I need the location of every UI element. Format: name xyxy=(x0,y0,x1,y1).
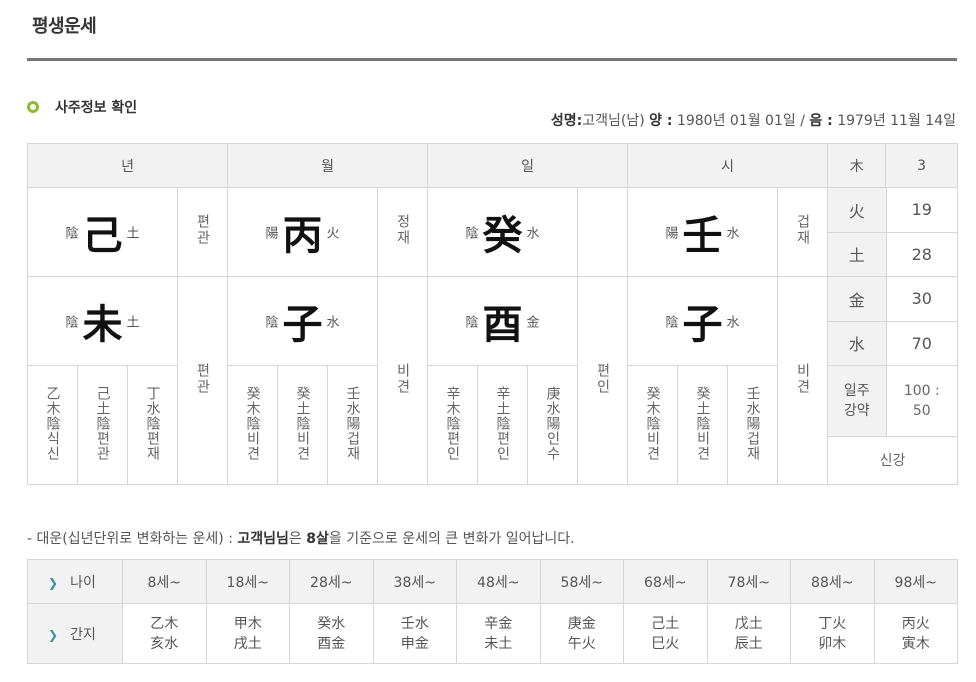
year-stem: 陰己土 xyxy=(27,187,178,277)
hidden-stem: 己土陰편관 xyxy=(77,365,128,485)
hour-branch-god: 비견 xyxy=(777,276,829,485)
ganji-row-header: ❯ 간지 xyxy=(27,603,123,664)
hidden-stem: 癸土陰비견 xyxy=(277,365,329,485)
month-branch-god: 비견 xyxy=(377,276,429,485)
strength-label: 일주 강약 xyxy=(828,366,887,437)
title-divider xyxy=(27,58,957,61)
hidden-stem: 辛木陰편인 xyxy=(427,365,479,485)
daeun-ganji: 庚金 午火 xyxy=(539,603,624,664)
daeun-ganji: 戊土 辰土 xyxy=(706,603,791,664)
hour-stem: 陽壬水 xyxy=(627,187,779,277)
header-month: 월 xyxy=(227,143,429,188)
daeun-ganji: 辛金 未土 xyxy=(456,603,541,664)
hidden-stem: 乙木陰식신 xyxy=(27,365,78,485)
daeun-age: 38세~ xyxy=(372,559,457,604)
daeun-age: 98세~ xyxy=(873,559,958,604)
header-hour: 시 xyxy=(627,143,829,188)
daeun-age: 58세~ xyxy=(539,559,624,604)
hidden-stem: 癸木陰비견 xyxy=(227,365,279,485)
year-stem-god: 편관 xyxy=(176,187,229,277)
hidden-stem: 壬水陽겁재 xyxy=(327,365,379,485)
page-title: 평생운세 xyxy=(32,16,97,37)
daeun-age: 48세~ xyxy=(456,559,541,604)
solar-date: 1980년 01월 01일 / xyxy=(676,113,805,129)
daeun-age: 8세~ xyxy=(122,559,207,604)
header-year: 년 xyxy=(26,143,229,188)
element-wood-value: 3 xyxy=(885,143,959,188)
element-earth-label: 土 xyxy=(828,232,887,276)
customer-name: 고객님님 xyxy=(237,531,289,547)
hidden-stem: 丁水陰편재 xyxy=(127,365,178,485)
month-branch: 陰子水 xyxy=(227,276,379,366)
daeun-ganji-current: 壬水 申金 xyxy=(372,603,457,664)
daeun-ganji: 己土 巳火 xyxy=(623,603,708,664)
lunar-label: 음 : xyxy=(809,113,833,129)
solar-label: 양 : xyxy=(649,113,673,129)
hidden-stem: 辛土陰편인 xyxy=(477,365,529,485)
daeun-age: 18세~ xyxy=(205,559,290,604)
daeun-ganji: 丁火 卯木 xyxy=(790,603,875,664)
day-stem: 陰癸水 xyxy=(427,187,579,277)
saju-table: 년 월 일 시 木 3 陰己土 편관 陽丙火 정재 陰癸水 陽壬水 겁재 火 19… xyxy=(26,143,959,485)
element-fire-value: 19 xyxy=(886,188,958,233)
month-stem: 陽丙火 xyxy=(227,187,379,277)
name-value: 고객님(남) xyxy=(582,113,645,129)
hidden-stem: 庚水陽인수 xyxy=(527,365,579,485)
strength-value: 100 :50 xyxy=(886,366,958,437)
hidden-stem: 壬水陽겁재 xyxy=(727,365,779,485)
daeun-ganji: 丙火 寅木 xyxy=(873,603,958,664)
birth-info: 성명:고객님(남) 양 : 1980년 01월 01일 / 음 : 1979년 … xyxy=(551,110,956,130)
header-day: 일 xyxy=(427,143,629,188)
daeun-start-age: 8살 xyxy=(306,531,329,547)
element-metal-value: 30 xyxy=(886,277,958,322)
daeun-ganji: 甲木 戌土 xyxy=(205,603,290,664)
daeun-ganji: 乙木 亥水 xyxy=(122,603,207,664)
element-fire-label: 火 xyxy=(828,188,887,233)
section-title: 사주정보 확인 xyxy=(55,100,138,116)
lunar-date: 1979년 11월 14일 xyxy=(837,113,956,129)
hour-branch: 陰子水 xyxy=(627,276,779,366)
element-water-value: 70 xyxy=(911,333,932,353)
hour-stem-god: 겁재 xyxy=(777,187,829,277)
daeun-age: 88세~ xyxy=(790,559,875,604)
year-branch-god: 편관 xyxy=(176,276,229,485)
chevron-right-icon: ❯ xyxy=(48,627,59,642)
age-row-header: ❯ 나이 xyxy=(27,559,123,604)
element-water-label: 水 xyxy=(828,321,887,365)
daeun-description: - 대운(십년단위로 변화하는 운세) : 고객님님은 8살을 기준으로 운세의… xyxy=(27,531,575,547)
daeun-age: 68세~ xyxy=(623,559,708,604)
strength-result: 신강 xyxy=(879,453,906,470)
hidden-stem: 癸土陰비견 xyxy=(677,365,729,485)
day-stem-god xyxy=(577,187,629,277)
year-branch: 陰未土 xyxy=(27,276,178,366)
name-label: 성명: xyxy=(550,113,583,129)
daeun-ganji: 癸水 酉金 xyxy=(289,603,374,664)
hidden-stem: 癸木陰비견 xyxy=(627,365,679,485)
daeun-age: 78세~ xyxy=(706,559,791,604)
month-stem-god: 정재 xyxy=(377,187,429,277)
daeun-table: ❯ 나이 8세~ 18세~ 28세~ 38세~ 48세~ 58세~ 68세~ 78… xyxy=(27,559,958,664)
daeun-age: 28세~ xyxy=(289,559,374,604)
chevron-right-icon: ❯ xyxy=(48,575,59,590)
day-branch: 陰酉金 xyxy=(427,276,579,366)
element-metal-label: 金 xyxy=(828,277,887,322)
day-branch-god: 편인 xyxy=(577,276,629,485)
element-wood-label: 木 xyxy=(827,143,887,188)
element-earth-value: 28 xyxy=(911,244,932,264)
circle-bullet-icon xyxy=(27,101,39,113)
section-header: 사주정보 확인 xyxy=(27,97,137,117)
